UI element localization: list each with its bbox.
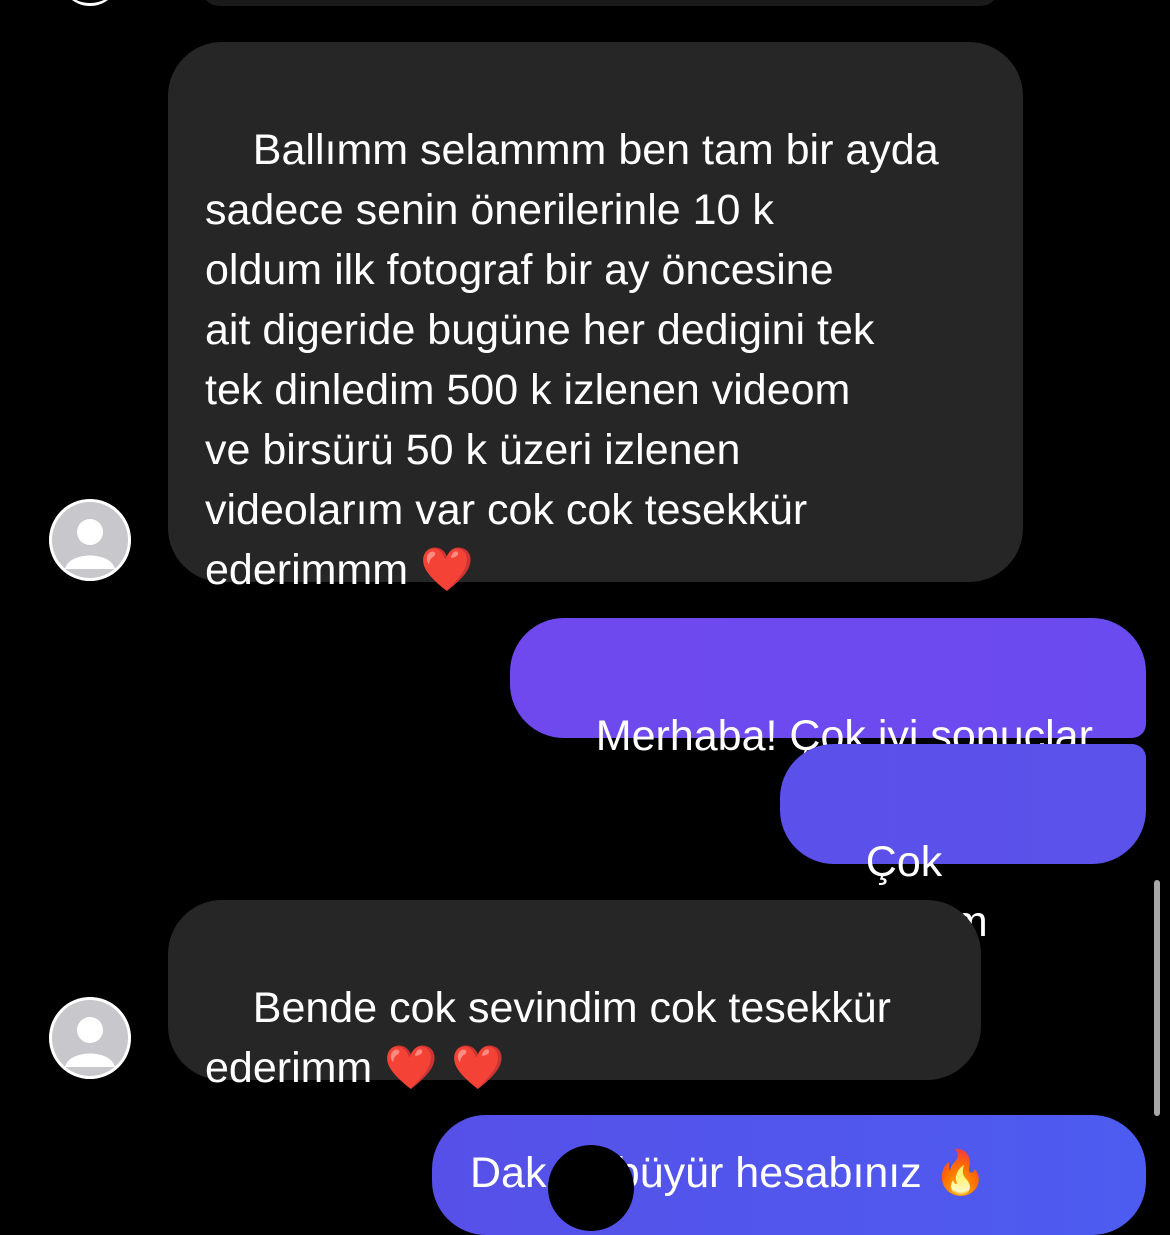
outgoing-message-bubble[interactable]: Merhaba! Çok iyi sonuçlar (510, 618, 1146, 760)
default-user-avatar-icon (49, 499, 131, 581)
previous-avatar[interactable] (60, 0, 120, 6)
heart-emoji: ❤️ ❤️ (384, 1043, 505, 1093)
message-text: Bende cok sevindim cok tesekkür ederimm (205, 984, 891, 1092)
heart-emoji: ❤️ (420, 545, 474, 595)
outgoing-message-bubble[interactable]: Çok sevindim (780, 744, 1146, 946)
incoming-message-bubble[interactable]: Bende cok sevindim cok tesekkür ederimm … (168, 900, 981, 1093)
previous-message-bubble[interactable] (200, 0, 1000, 6)
sender-avatar[interactable] (49, 499, 131, 581)
message-text: Ballımm selammm ben tam bir ayda sadece … (205, 126, 939, 594)
typing-avatar-overlay (548, 1145, 634, 1231)
default-user-avatar-icon (49, 997, 131, 1079)
outgoing-message-bubble[interactable]: Dak ok büyür hesabınız 🔥 (432, 1115, 1146, 1235)
scrollbar[interactable] (1154, 880, 1160, 1116)
message-thread[interactable]: Ballımm selammm ben tam bir ayda sadece … (0, 0, 1170, 1235)
sender-avatar[interactable] (49, 997, 131, 1079)
incoming-message-bubble[interactable]: Ballımm selammm ben tam bir ayda sadece … (168, 42, 1023, 595)
